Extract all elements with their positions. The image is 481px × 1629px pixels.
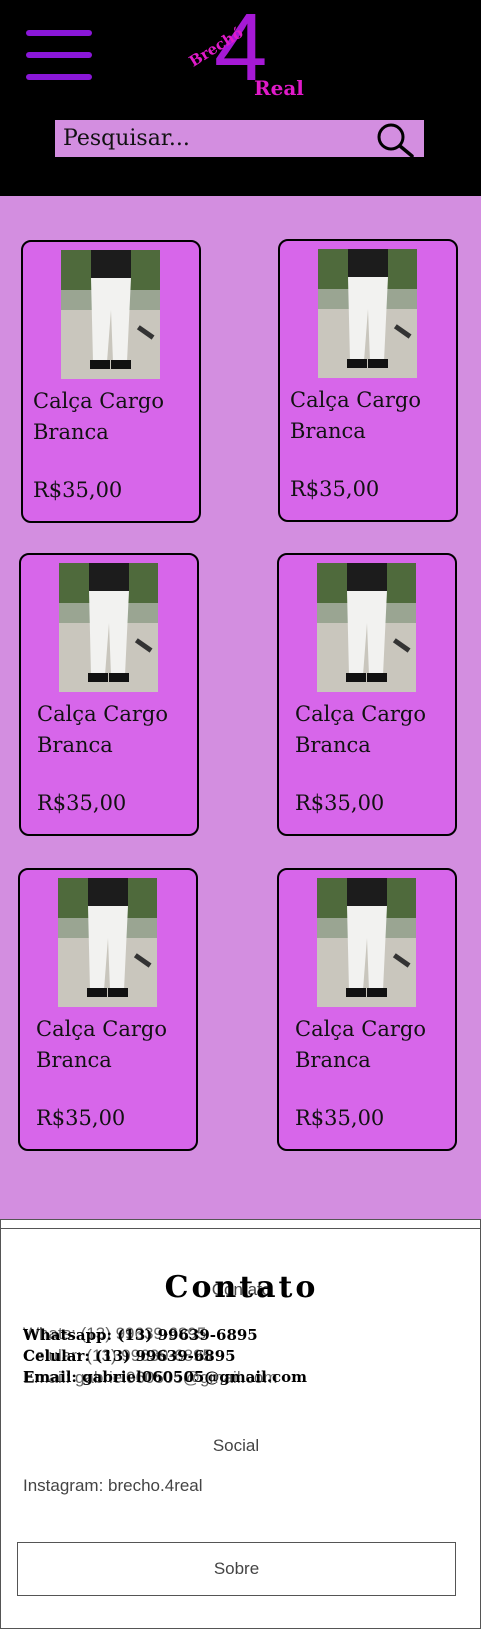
product-image bbox=[59, 563, 158, 692]
email-link[interactable]: Email: gabriel060505@gmail.com bbox=[23, 1368, 307, 1386]
product-card[interactable]: Calça Cargo Branca R$35,00 bbox=[277, 553, 457, 836]
hamburger-menu-icon[interactable] bbox=[26, 30, 92, 84]
celular-text: Celular: (13) 99639-6895 bbox=[23, 1347, 236, 1365]
product-price: R$35,00 bbox=[295, 1106, 385, 1130]
product-name: Calça Cargo Branca bbox=[290, 388, 421, 443]
search-input[interactable] bbox=[63, 124, 363, 152]
product-price: R$35,00 bbox=[295, 791, 385, 815]
product-image bbox=[317, 563, 416, 692]
product-card[interactable]: Calça Cargo Branca R$35,00 bbox=[278, 239, 458, 522]
product-name: Calça Cargo Branca bbox=[295, 1017, 426, 1072]
product-price: R$35,00 bbox=[33, 478, 123, 502]
product-card[interactable]: Calça Cargo Branca R$35,00 bbox=[19, 553, 199, 836]
product-price: R$35,00 bbox=[290, 477, 380, 501]
search-bar bbox=[55, 120, 424, 158]
product-card[interactable]: Calça Cargo Branca R$35,00 bbox=[277, 868, 457, 1151]
product-image bbox=[318, 249, 417, 378]
site-header: 4 Brechó Real bbox=[0, 0, 481, 196]
product-grid: Calça Cargo Branca R$35,00 Calça Cargo B… bbox=[0, 196, 481, 1219]
brand-logo[interactable]: 4 Brechó Real bbox=[186, 0, 310, 100]
footer-divider bbox=[1, 1228, 480, 1229]
instagram-link[interactable]: Instagram: brecho.4real bbox=[23, 1476, 203, 1496]
site-footer: Contato Contato Whats: (13) 99639-6895 C… bbox=[0, 1219, 481, 1629]
logo-real-text: Real bbox=[254, 76, 304, 100]
product-name: Calça Cargo Branca bbox=[36, 1017, 167, 1072]
product-name: Calça Cargo Branca bbox=[37, 702, 168, 757]
product-card[interactable]: Calça Cargo Branca R$35,00 bbox=[18, 868, 198, 1151]
whatsapp-link[interactable]: Whatsapp: (13) 99639-6895 bbox=[23, 1326, 258, 1344]
product-image bbox=[58, 878, 157, 1007]
product-name: Calça Cargo Branca bbox=[33, 389, 164, 444]
product-image bbox=[61, 250, 160, 379]
search-icon[interactable] bbox=[375, 122, 415, 158]
product-card[interactable]: Calça Cargo Branca R$35,00 bbox=[21, 240, 201, 523]
product-price: R$35,00 bbox=[36, 1106, 126, 1130]
sobre-button[interactable]: Sobre bbox=[17, 1542, 456, 1596]
social-heading: Social bbox=[212, 1436, 260, 1455]
product-name: Calça Cargo Branca bbox=[295, 702, 426, 757]
product-image bbox=[317, 878, 416, 1007]
product-price: R$35,00 bbox=[37, 791, 127, 815]
contact-title: Contato bbox=[164, 1270, 319, 1305]
